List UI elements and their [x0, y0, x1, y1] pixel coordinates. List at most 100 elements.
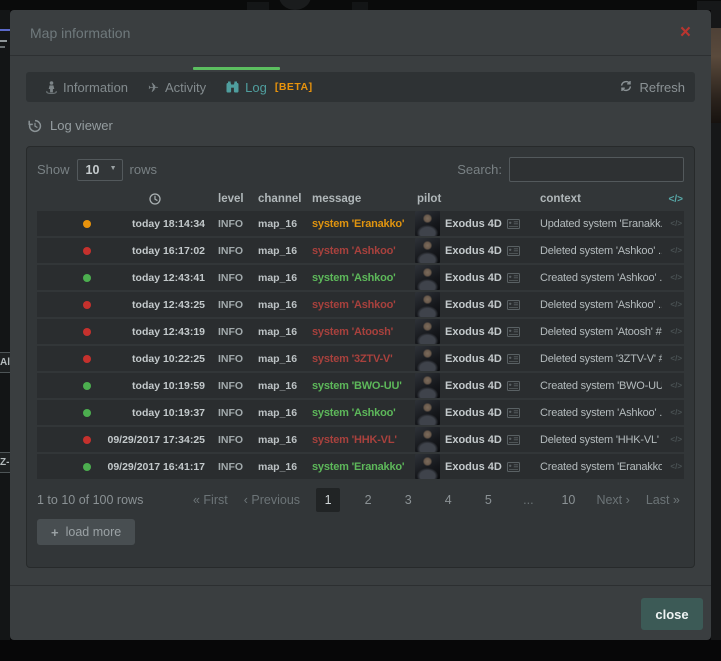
log-level: INFO [213, 326, 255, 338]
column-header-channel[interactable]: channel [255, 193, 307, 205]
pilot-avatar [415, 265, 440, 290]
pagination-page-4[interactable]: 4 [436, 488, 460, 512]
pagination-page-1[interactable]: 1 [316, 488, 340, 512]
map-information-dialog: Map information × Information ✈ Activity… [10, 10, 711, 640]
log-message: system 'Atoosh' [307, 326, 415, 338]
log-level: INFO [213, 299, 255, 311]
pilot-card-icon [507, 219, 520, 229]
close-button[interactable]: close [641, 598, 703, 630]
log-time: today 10:22:25 [97, 353, 213, 365]
pagination-page-3[interactable]: 3 [396, 488, 420, 512]
table-row[interactable]: today 10:19:37INFOmap_16system 'Ashkoo'E… [37, 400, 684, 425]
pagination: 1 to 10 of 100 rows « First ‹ Previous 1… [37, 487, 684, 513]
pilot-name: Exodus 4D [445, 380, 502, 392]
table-row[interactable]: 09/29/2017 17:34:25INFOmap_16system 'HHK… [37, 427, 684, 452]
backdrop-bottom-strip [0, 640, 721, 661]
tab-label: Log [245, 80, 267, 95]
table-row[interactable]: 09/29/2017 16:41:17INFOmap_16system 'Era… [37, 454, 684, 479]
column-header-level[interactable]: level [213, 193, 255, 205]
table-row[interactable]: today 18:14:34INFOmap_16system 'Eranakko… [37, 211, 684, 236]
log-channel: map_16 [255, 461, 307, 473]
row-code-icon: </> [662, 381, 686, 390]
street-view-icon [46, 81, 57, 94]
pagination-previous[interactable]: ‹ Previous [244, 493, 300, 507]
log-channel: map_16 [255, 245, 307, 257]
page-size-select-wrap: 10 [77, 159, 123, 181]
log-viewer-heading: Log viewer [28, 118, 113, 133]
log-time: today 10:19:37 [97, 407, 213, 419]
pilot-avatar [415, 319, 440, 344]
status-dot [83, 409, 91, 417]
refresh-icon [620, 80, 632, 95]
dialog-header: Map information × [10, 10, 711, 56]
pagination-page-2[interactable]: 2 [356, 488, 380, 512]
rows-label: rows [130, 162, 157, 177]
pilot-avatar [415, 238, 440, 263]
plane-icon: ✈ [148, 81, 159, 94]
column-header-pilot[interactable]: pilot [415, 193, 535, 205]
table-row[interactable]: today 16:17:02INFOmap_16system 'Ashkoo'E… [37, 238, 684, 263]
pagination-page-5[interactable]: 5 [476, 488, 500, 512]
pilot-avatar [415, 400, 440, 425]
history-icon [28, 119, 42, 133]
log-message: system 'Eranakko' [307, 461, 415, 473]
column-header-context[interactable]: context [535, 193, 662, 205]
pagination-last[interactable]: Last » [646, 493, 680, 507]
pagination-first[interactable]: « First [193, 493, 228, 507]
refresh-button[interactable]: Refresh [620, 80, 685, 95]
backdrop-portrait [711, 28, 721, 123]
plus-icon: + [51, 526, 59, 539]
pilot-avatar [415, 211, 440, 236]
log-context: Created system 'Ashkoo' ... [535, 407, 662, 419]
search-input[interactable] [509, 157, 684, 182]
log-level: INFO [213, 407, 255, 419]
table-row[interactable]: today 12:43:25INFOmap_16system 'Ashkoo'E… [37, 292, 684, 317]
log-time: today 12:43:41 [97, 272, 213, 284]
tab-log[interactable]: Log [BETA] [216, 72, 323, 102]
page-size-select[interactable]: 10 [77, 159, 123, 181]
pilot-avatar [415, 427, 440, 452]
row-code-icon: </> [662, 354, 686, 363]
pilot-card-icon [507, 462, 520, 472]
table-row[interactable]: today 10:19:59INFOmap_16system 'BWO-UU'E… [37, 373, 684, 398]
row-code-icon: </> [662, 273, 686, 282]
tab-information[interactable]: Information [36, 72, 138, 102]
log-viewer-title: Log viewer [50, 118, 113, 133]
backdrop-right-strip [711, 10, 721, 640]
tab-activity[interactable]: ✈ Activity [138, 72, 216, 102]
binoculars-icon [226, 81, 239, 93]
backdrop-left-strip: Ali Z- [0, 10, 10, 640]
pagination-summary: 1 to 10 of 100 rows [37, 493, 189, 507]
pilot-card-icon [507, 327, 520, 337]
row-code-icon: </> [662, 246, 686, 255]
table-row[interactable]: today 12:43:19INFOmap_16system 'Atoosh'E… [37, 319, 684, 344]
search-box: Search: [457, 157, 684, 182]
table-controls: Show 10 rows Search: [37, 157, 684, 182]
backdrop-map-line [0, 29, 10, 31]
log-level: INFO [213, 218, 255, 230]
beta-badge: [BETA] [275, 81, 313, 93]
backdrop-box [352, 2, 368, 10]
row-code-icon: </> [662, 219, 686, 228]
column-header-message[interactable]: message [307, 193, 415, 205]
backdrop-top-strip [0, 0, 721, 10]
pagination-next[interactable]: Next › [596, 493, 629, 507]
pagination-page-10[interactable]: 10 [556, 488, 580, 512]
log-level: INFO [213, 461, 255, 473]
log-level: INFO [213, 434, 255, 446]
pilot-name: Exodus 4D [445, 218, 502, 230]
log-level: INFO [213, 272, 255, 284]
log-time: today 18:14:34 [97, 218, 213, 230]
pilot-card-icon [507, 381, 520, 391]
table-row[interactable]: today 10:22:25INFOmap_16system '3ZTV-V'E… [37, 346, 684, 371]
active-tab-indicator [193, 67, 280, 70]
row-code-icon: </> [662, 408, 686, 417]
pagination-ellipsis: ... [516, 488, 540, 512]
log-context: Deleted system 'Ashkoo' ... [535, 245, 662, 257]
log-context: Deleted system '3ZTV-V' #... [535, 353, 662, 365]
refresh-label: Refresh [639, 80, 685, 95]
table-row[interactable]: today 12:43:41INFOmap_16system 'Ashkoo'E… [37, 265, 684, 290]
load-more-button[interactable]: + load more [37, 519, 135, 545]
dialog-close-x-icon[interactable]: × [680, 23, 691, 42]
pilot-avatar [415, 373, 440, 398]
